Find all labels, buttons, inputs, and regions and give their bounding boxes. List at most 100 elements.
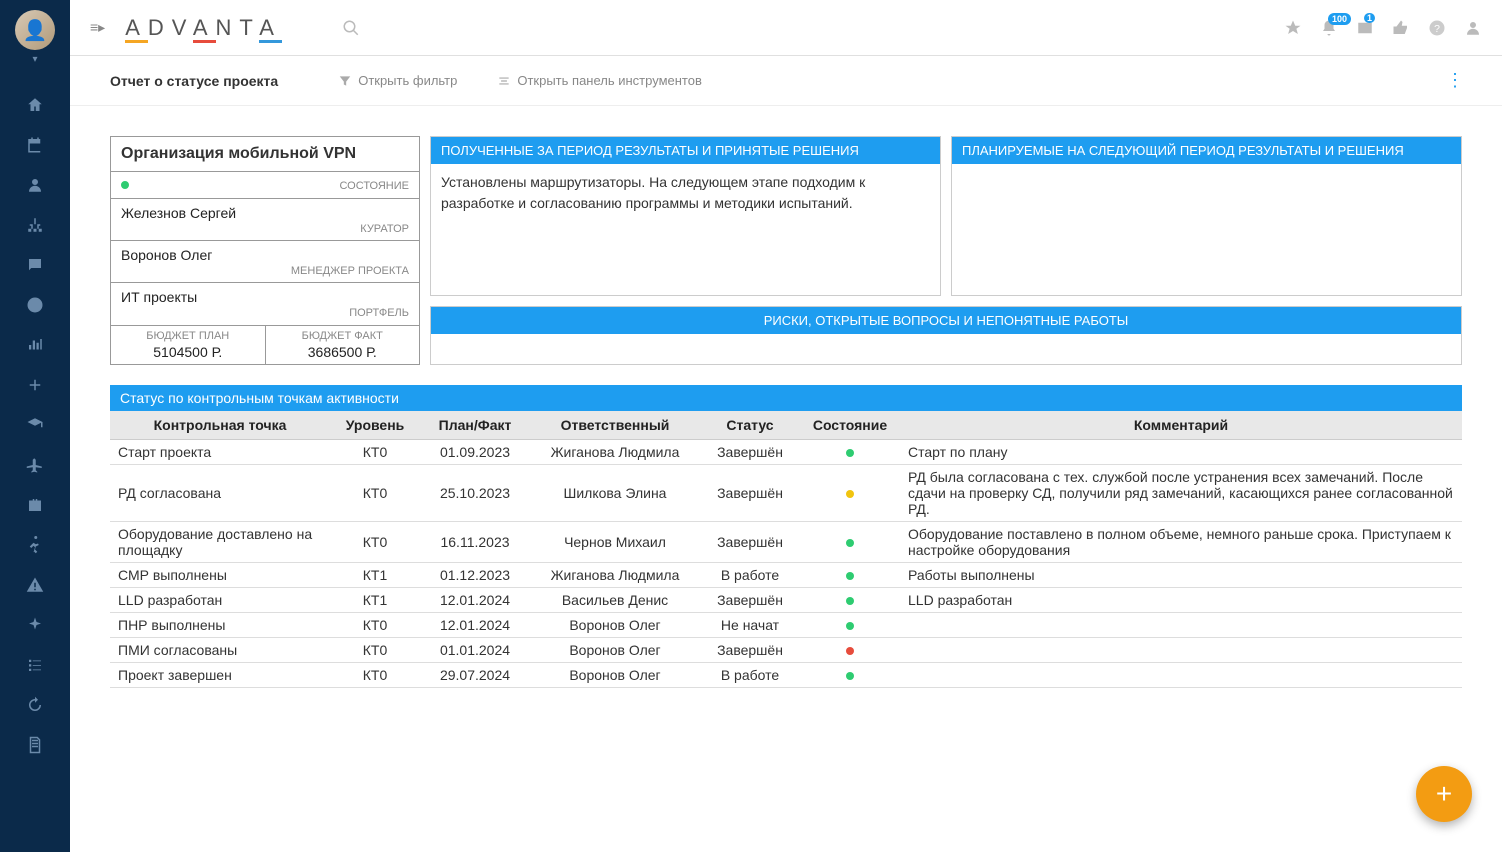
search-icon[interactable] <box>342 19 360 37</box>
table-row[interactable]: ПМИ согласованыКТ001.01.2024Воронов Олег… <box>110 638 1462 663</box>
nav-calendar[interactable] <box>0 125 70 165</box>
more-menu-icon[interactable]: ⋮ <box>1446 70 1462 91</box>
status-dot <box>846 572 854 580</box>
table-cell: Не начат <box>700 613 800 638</box>
table-cell <box>800 440 900 465</box>
open-filter-label: Открыть фильтр <box>358 73 457 88</box>
table-cell: 12.01.2024 <box>420 588 530 613</box>
table-row[interactable]: РД согласованаКТ025.10.2023Шилкова Элина… <box>110 465 1462 522</box>
table-cell: Жиганова Людмила <box>530 440 700 465</box>
table-cell <box>900 663 1462 688</box>
table-cell: СМР выполнены <box>110 563 330 588</box>
topbar: ≡▸ ADVANTA 100 1 ? <box>70 0 1502 56</box>
open-tools-button[interactable]: Открыть панель инструментов <box>497 73 702 88</box>
nav-warning[interactable] <box>0 565 70 605</box>
table-cell <box>800 638 900 663</box>
table-cell <box>800 522 900 563</box>
manager-value: Воронов Олег <box>121 247 409 263</box>
table-cell: Оборудование доставлено на площадку <box>110 522 330 563</box>
manager-label: МЕНЕДЖЕР ПРОЕКТА <box>121 265 409 277</box>
table-cell: РД согласована <box>110 465 330 522</box>
table-row[interactable]: LLD разработанКТ112.01.2024Васильев Дени… <box>110 588 1462 613</box>
mail-icon[interactable]: 1 <box>1356 19 1374 37</box>
project-status-dot <box>121 181 129 189</box>
nav-sparkle[interactable] <box>0 605 70 645</box>
avatar-menu-caret[interactable]: ▾ <box>32 54 37 65</box>
curator-label: КУРАТОР <box>121 223 409 235</box>
nav-education[interactable] <box>0 405 70 445</box>
milestones-table: Контрольная точкаУровеньПлан/ФактОтветст… <box>110 411 1462 688</box>
nav-doc[interactable] <box>0 725 70 765</box>
table-header-5: Состояние <box>800 411 900 440</box>
table-cell: В работе <box>700 563 800 588</box>
risks-body <box>431 334 1461 364</box>
budget-plan-label: БЮДЖЕТ ПЛАН <box>146 330 229 342</box>
bell-icon[interactable]: 100 <box>1320 19 1338 37</box>
nav-add[interactable] <box>0 365 70 405</box>
table-cell <box>900 638 1462 663</box>
table-cell: КТ0 <box>330 440 420 465</box>
table-cell: КТ1 <box>330 588 420 613</box>
star-icon[interactable] <box>1284 19 1302 37</box>
open-filter-button[interactable]: Открыть фильтр <box>338 73 457 88</box>
nav-flight[interactable] <box>0 445 70 485</box>
nav-history[interactable] <box>0 685 70 725</box>
table-cell: Шилкова Элина <box>530 465 700 522</box>
svg-text:?: ? <box>1434 22 1440 34</box>
table-cell: Оборудование поставлено в полном объеме,… <box>900 522 1462 563</box>
nav-run[interactable] <box>0 525 70 565</box>
help-icon[interactable]: ? <box>1428 19 1446 37</box>
nav-chart[interactable] <box>0 325 70 365</box>
nav-org[interactable] <box>0 205 70 245</box>
left-sidebar: 👤 ▾ <box>0 0 70 852</box>
table-header-1: Уровень <box>330 411 420 440</box>
budget-plan-value: 5104500 Р. <box>121 344 255 360</box>
notif-badge: 100 <box>1328 13 1351 25</box>
table-cell: В работе <box>700 663 800 688</box>
table-cell: Воронов Олег <box>530 613 700 638</box>
table-cell: 12.01.2024 <box>420 613 530 638</box>
table-row[interactable]: Старт проектаКТ001.09.2023Жиганова Людми… <box>110 440 1462 465</box>
open-tools-label: Открыть панель инструментов <box>517 73 702 88</box>
nav-progress[interactable] <box>0 285 70 325</box>
table-cell: Воронов Олег <box>530 663 700 688</box>
table-cell: ПНР выполнены <box>110 613 330 638</box>
thumbs-up-icon[interactable] <box>1392 19 1410 37</box>
status-dot <box>846 622 854 630</box>
nav-checklist[interactable] <box>0 645 70 685</box>
table-cell <box>800 613 900 638</box>
table-cell: Жиганова Людмила <box>530 563 700 588</box>
nav-user[interactable] <box>0 165 70 205</box>
table-cell: Завершён <box>700 465 800 522</box>
project-name: Организация мобильной VPN <box>111 137 419 172</box>
table-cell: 16.11.2023 <box>420 522 530 563</box>
results-panel: ПОЛУЧЕННЫЕ ЗА ПЕРИОД РЕЗУЛЬТАТЫ И ПРИНЯТ… <box>430 136 941 296</box>
table-row[interactable]: ПНР выполненыКТ012.01.2024Воронов ОлегНе… <box>110 613 1462 638</box>
table-cell: ПМИ согласованы <box>110 638 330 663</box>
planned-panel: ПЛАНИРУЕМЫЕ НА СЛЕДУЮЩИЙ ПЕРИОД РЕЗУЛЬТА… <box>951 136 1462 296</box>
table-row[interactable]: Оборудование доставлено на площадкуКТ016… <box>110 522 1462 563</box>
table-cell: 01.01.2024 <box>420 638 530 663</box>
results-body: Установлены маршрутизаторы. На следующем… <box>431 164 940 222</box>
table-cell: Васильев Денис <box>530 588 700 613</box>
table-cell: Работы выполнены <box>900 563 1462 588</box>
nav-briefcase[interactable] <box>0 485 70 525</box>
fab-add-button[interactable]: + <box>1416 766 1472 822</box>
table-cell: Завершён <box>700 588 800 613</box>
table-row[interactable]: СМР выполненыКТ101.12.2023Жиганова Людми… <box>110 563 1462 588</box>
table-cell: КТ0 <box>330 638 420 663</box>
results-header: ПОЛУЧЕННЫЕ ЗА ПЕРИОД РЕЗУЛЬТАТЫ И ПРИНЯТ… <box>431 137 940 164</box>
app-logo: ADVANTA <box>125 15 282 41</box>
avatar[interactable]: 👤 <box>15 10 55 50</box>
nav-chat[interactable] <box>0 245 70 285</box>
portfolio-label: ПОРТФЕЛЬ <box>121 307 409 319</box>
table-section-header: Статус по контрольным точкам активности <box>110 385 1462 411</box>
table-cell: КТ0 <box>330 613 420 638</box>
nav-home[interactable] <box>0 85 70 125</box>
menu-toggle-icon[interactable]: ≡▸ <box>90 19 105 36</box>
status-dot <box>846 597 854 605</box>
table-cell: КТ0 <box>330 522 420 563</box>
profile-icon[interactable] <box>1464 19 1482 37</box>
table-row[interactable]: Проект завершенКТ029.07.2024Воронов Олег… <box>110 663 1462 688</box>
mail-badge: 1 <box>1364 13 1375 23</box>
